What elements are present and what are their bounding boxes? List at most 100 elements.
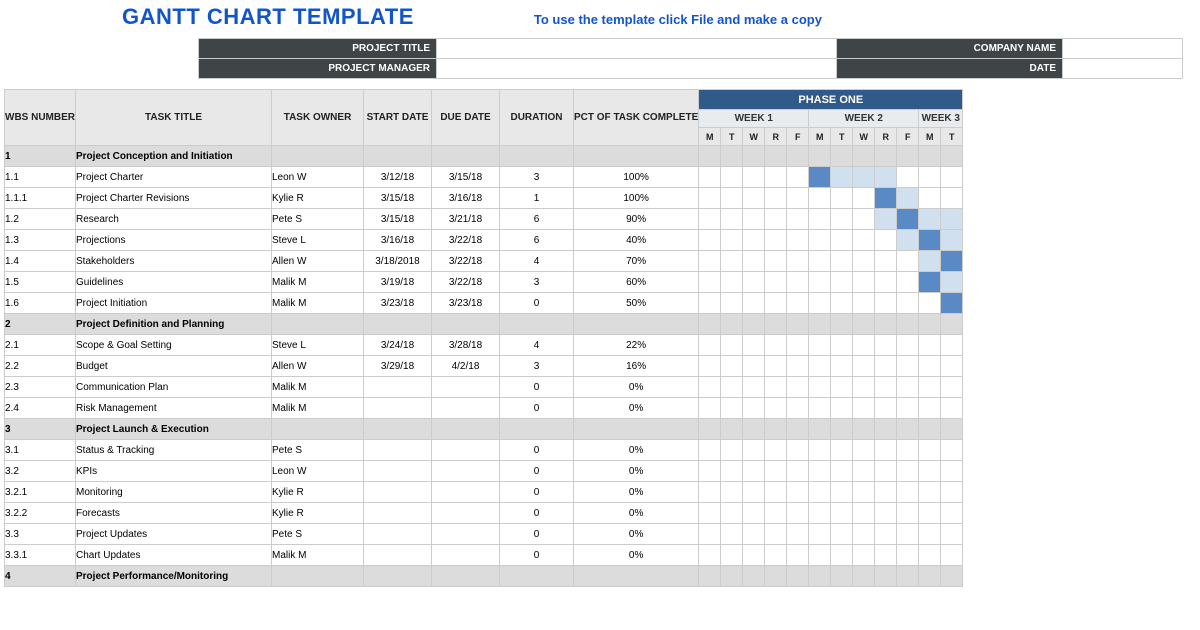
gantt-cell[interactable] bbox=[721, 524, 743, 545]
company-name-input[interactable] bbox=[1063, 39, 1183, 59]
pct-cell[interactable] bbox=[574, 146, 699, 167]
gantt-cell[interactable] bbox=[853, 167, 875, 188]
gantt-cell[interactable] bbox=[897, 167, 919, 188]
pct-cell[interactable]: 50% bbox=[574, 293, 699, 314]
title-cell[interactable]: Project Charter bbox=[76, 167, 272, 188]
pct-cell[interactable]: 0% bbox=[574, 440, 699, 461]
gantt-cell[interactable] bbox=[699, 377, 721, 398]
duration-cell[interactable]: 1 bbox=[500, 188, 574, 209]
gantt-cell[interactable] bbox=[765, 398, 787, 419]
gantt-cell[interactable] bbox=[897, 251, 919, 272]
gantt-cell[interactable] bbox=[721, 566, 743, 587]
gantt-cell[interactable] bbox=[699, 146, 721, 167]
gantt-cell[interactable] bbox=[787, 230, 809, 251]
gantt-cell[interactable] bbox=[743, 167, 765, 188]
duration-cell[interactable]: 3 bbox=[500, 167, 574, 188]
start-cell[interactable]: 3/24/18 bbox=[364, 335, 432, 356]
gantt-cell[interactable] bbox=[699, 503, 721, 524]
gantt-cell[interactable] bbox=[919, 566, 941, 587]
gantt-cell[interactable] bbox=[765, 461, 787, 482]
table-row[interactable]: 1.3ProjectionsSteve L3/16/183/22/18640% bbox=[5, 230, 963, 251]
gantt-cell[interactable] bbox=[787, 503, 809, 524]
gantt-cell[interactable] bbox=[765, 230, 787, 251]
gantt-cell[interactable] bbox=[831, 377, 853, 398]
gantt-cell[interactable] bbox=[831, 293, 853, 314]
gantt-cell[interactable] bbox=[743, 209, 765, 230]
gantt-cell[interactable] bbox=[831, 482, 853, 503]
wbs-cell[interactable]: 1.6 bbox=[5, 293, 76, 314]
gantt-cell[interactable] bbox=[831, 545, 853, 566]
owner-cell[interactable] bbox=[272, 566, 364, 587]
owner-cell[interactable]: Kylie R bbox=[272, 482, 364, 503]
gantt-cell[interactable] bbox=[941, 314, 963, 335]
gantt-cell[interactable] bbox=[765, 314, 787, 335]
gantt-cell[interactable] bbox=[875, 419, 897, 440]
gantt-cell[interactable] bbox=[831, 272, 853, 293]
wbs-cell[interactable]: 1.3 bbox=[5, 230, 76, 251]
gantt-cell[interactable] bbox=[897, 503, 919, 524]
gantt-cell[interactable] bbox=[765, 188, 787, 209]
pct-cell[interactable]: 0% bbox=[574, 482, 699, 503]
duration-cell[interactable]: 0 bbox=[500, 440, 574, 461]
start-cell[interactable]: 3/15/18 bbox=[364, 209, 432, 230]
gantt-cell[interactable] bbox=[743, 419, 765, 440]
due-cell[interactable]: 3/21/18 bbox=[432, 209, 500, 230]
gantt-cell[interactable] bbox=[831, 461, 853, 482]
owner-cell[interactable]: Allen W bbox=[272, 356, 364, 377]
gantt-cell[interactable] bbox=[787, 293, 809, 314]
gantt-cell[interactable] bbox=[699, 461, 721, 482]
gantt-cell[interactable] bbox=[875, 566, 897, 587]
duration-cell[interactable]: 6 bbox=[500, 209, 574, 230]
gantt-cell[interactable] bbox=[941, 545, 963, 566]
gantt-cell[interactable] bbox=[853, 524, 875, 545]
gantt-cell[interactable] bbox=[897, 398, 919, 419]
gantt-cell[interactable] bbox=[919, 293, 941, 314]
gantt-cell[interactable] bbox=[721, 230, 743, 251]
duration-cell[interactable]: 3 bbox=[500, 356, 574, 377]
gantt-cell[interactable] bbox=[809, 503, 831, 524]
gantt-cell[interactable] bbox=[721, 335, 743, 356]
start-cell[interactable] bbox=[364, 566, 432, 587]
gantt-cell[interactable] bbox=[875, 209, 897, 230]
start-cell[interactable] bbox=[364, 545, 432, 566]
start-cell[interactable] bbox=[364, 440, 432, 461]
wbs-cell[interactable]: 2.3 bbox=[5, 377, 76, 398]
gantt-cell[interactable] bbox=[765, 167, 787, 188]
title-cell[interactable]: Stakeholders bbox=[76, 251, 272, 272]
gantt-cell[interactable] bbox=[765, 146, 787, 167]
gantt-cell[interactable] bbox=[721, 314, 743, 335]
gantt-cell[interactable] bbox=[897, 272, 919, 293]
gantt-cell[interactable] bbox=[743, 251, 765, 272]
owner-cell[interactable]: Malik M bbox=[272, 545, 364, 566]
gantt-cell[interactable] bbox=[919, 377, 941, 398]
gantt-cell[interactable] bbox=[941, 188, 963, 209]
gantt-cell[interactable] bbox=[743, 398, 765, 419]
table-row[interactable]: 3.3.1Chart UpdatesMalik M00% bbox=[5, 545, 963, 566]
table-row[interactable]: 3.2.2ForecastsKylie R00% bbox=[5, 503, 963, 524]
gantt-cell[interactable] bbox=[787, 188, 809, 209]
table-row[interactable]: 2.1Scope & Goal SettingSteve L3/24/183/2… bbox=[5, 335, 963, 356]
owner-cell[interactable] bbox=[272, 314, 364, 335]
gantt-cell[interactable] bbox=[743, 356, 765, 377]
gantt-cell[interactable] bbox=[787, 314, 809, 335]
gantt-cell[interactable] bbox=[831, 167, 853, 188]
duration-cell[interactable] bbox=[500, 146, 574, 167]
gantt-cell[interactable] bbox=[743, 146, 765, 167]
owner-cell[interactable]: Steve L bbox=[272, 335, 364, 356]
gantt-cell[interactable] bbox=[721, 377, 743, 398]
gantt-cell[interactable] bbox=[941, 356, 963, 377]
start-cell[interactable]: 3/12/18 bbox=[364, 167, 432, 188]
pct-cell[interactable]: 22% bbox=[574, 335, 699, 356]
gantt-cell[interactable] bbox=[765, 251, 787, 272]
start-cell[interactable]: 3/18/2018 bbox=[364, 251, 432, 272]
wbs-cell[interactable]: 3.3 bbox=[5, 524, 76, 545]
gantt-cell[interactable] bbox=[875, 146, 897, 167]
gantt-cell[interactable] bbox=[941, 209, 963, 230]
gantt-cell[interactable] bbox=[941, 503, 963, 524]
title-cell[interactable]: Status & Tracking bbox=[76, 440, 272, 461]
gantt-cell[interactable] bbox=[875, 272, 897, 293]
due-cell[interactable] bbox=[432, 482, 500, 503]
gantt-cell[interactable] bbox=[853, 272, 875, 293]
gantt-cell[interactable] bbox=[743, 482, 765, 503]
gantt-cell[interactable] bbox=[875, 230, 897, 251]
